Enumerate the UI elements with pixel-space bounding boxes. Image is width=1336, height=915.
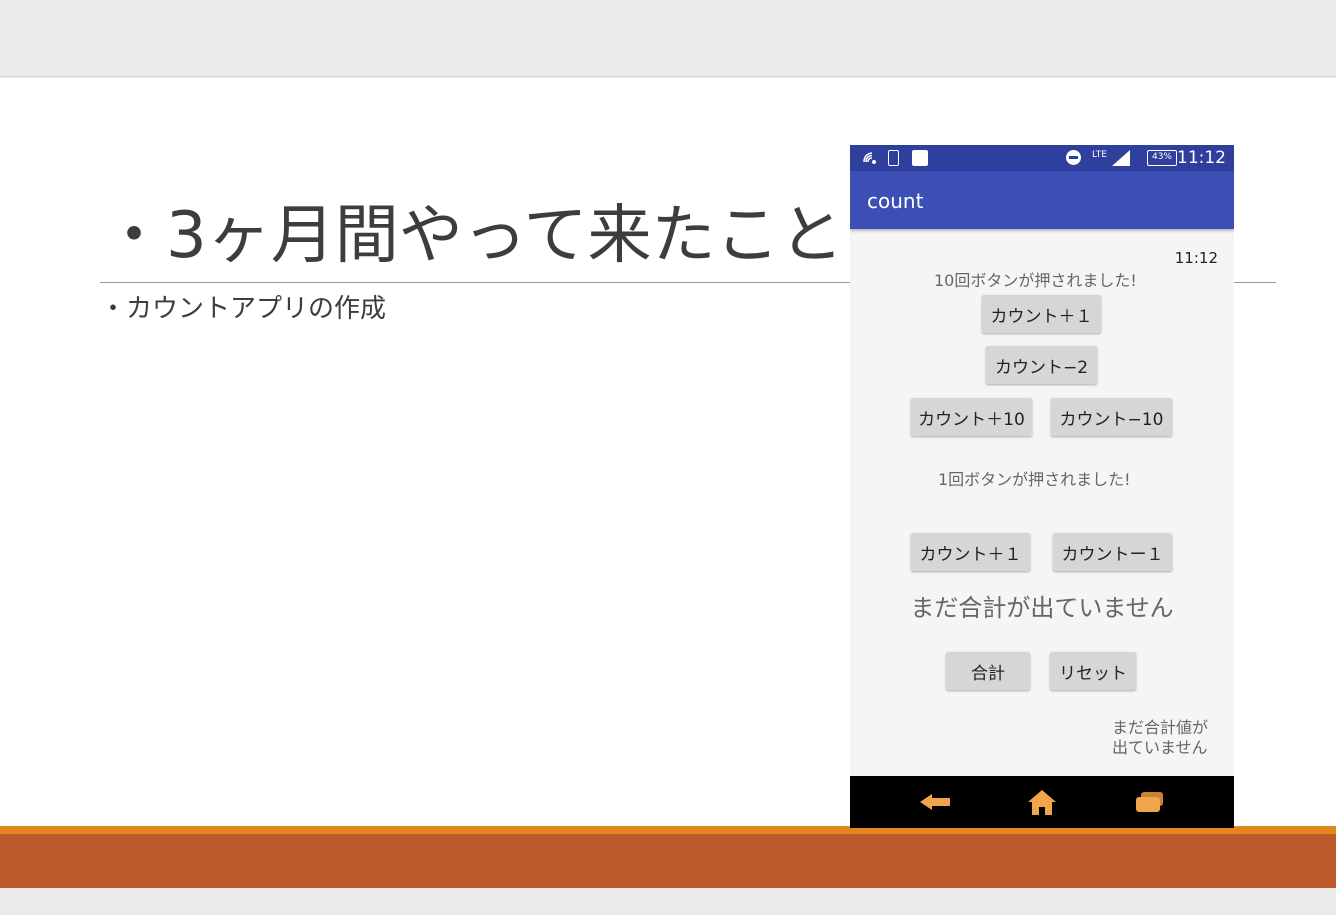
phone-screenshot: LTE 43% 11:12 count 11:12 10回ボタンが押されました!… bbox=[850, 145, 1234, 828]
home-button[interactable] bbox=[1025, 788, 1059, 816]
wifi-calling-icon bbox=[862, 150, 880, 166]
reset-button[interactable]: リセット bbox=[1050, 652, 1136, 690]
top-band bbox=[0, 0, 1336, 77]
nav-bar bbox=[850, 776, 1234, 828]
bottom-band bbox=[0, 888, 1336, 915]
battery-charging-icon bbox=[888, 150, 899, 166]
total-value-line-1: まだ合計値が bbox=[1111, 718, 1208, 737]
app-bar: count bbox=[850, 171, 1234, 229]
total-value-message: まだ合計値が 出ていません bbox=[1112, 718, 1208, 758]
recent-apps-button[interactable] bbox=[1132, 788, 1166, 816]
clock-text: 11:12 bbox=[1174, 249, 1218, 267]
slide-title: ・3ヶ月間やって来たこと bbox=[102, 122, 844, 282]
do-not-disturb-icon bbox=[1066, 150, 1081, 165]
total-message: まだ合計が出ていません bbox=[910, 594, 1174, 622]
status-time: 11:12 bbox=[1177, 148, 1226, 168]
accent-bar-rust bbox=[0, 834, 1336, 888]
lte-icon: LTE bbox=[1092, 150, 1107, 160]
back-button[interactable] bbox=[918, 788, 952, 816]
count-minus10-button[interactable]: カウント−10 bbox=[1051, 398, 1172, 436]
count-plus10-button[interactable]: カウント＋10 bbox=[911, 398, 1032, 436]
app-title: count bbox=[867, 189, 924, 213]
app-content: 11:12 10回ボタンが押されました! カウント＋１ カウント−2 カウント＋… bbox=[850, 229, 1234, 776]
slide-bullet: ・カウントアプリの作成 bbox=[100, 294, 387, 324]
notification-icon bbox=[912, 150, 928, 166]
total-button[interactable]: 合計 bbox=[946, 652, 1030, 690]
count-plus1-button-2[interactable]: カウント＋１ bbox=[911, 533, 1030, 571]
home-icon bbox=[1028, 790, 1056, 815]
slide-title-text: ・3ヶ月間やって来たこと bbox=[102, 199, 844, 273]
count-plus1-button[interactable]: カウント＋１ bbox=[982, 295, 1101, 333]
press-count-message-2: 1回ボタンが押されました! bbox=[938, 470, 1131, 489]
signal-icon bbox=[1112, 150, 1130, 166]
press-count-message-1: 10回ボタンが押されました! bbox=[934, 271, 1137, 290]
total-value-line-2: 出ていません bbox=[1111, 738, 1208, 757]
count-minus1-button[interactable]: カウントー１ bbox=[1053, 533, 1172, 571]
back-icon bbox=[920, 794, 950, 810]
count-minus2-button[interactable]: カウント−2 bbox=[986, 346, 1097, 384]
status-bar: LTE 43% 11:12 bbox=[850, 145, 1234, 171]
recent-apps-icon bbox=[1136, 792, 1163, 812]
battery-icon: 43% bbox=[1147, 150, 1177, 166]
